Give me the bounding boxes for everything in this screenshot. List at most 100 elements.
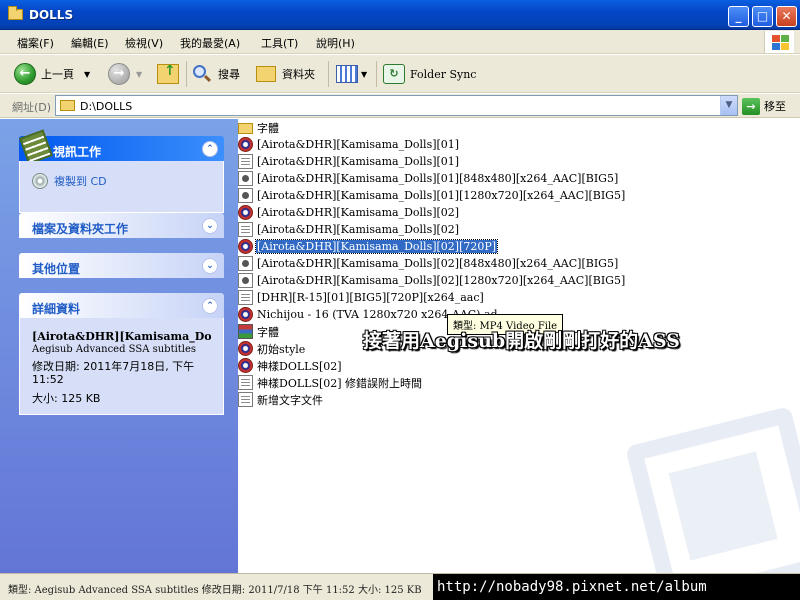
media-tasks-title: 視訊工作 bbox=[53, 145, 102, 159]
menu-favorites[interactable]: 我的最愛(A) bbox=[180, 35, 240, 51]
chevron-down-icon: ▼ bbox=[361, 69, 368, 79]
file-item[interactable]: 新增文字文件 bbox=[238, 391, 324, 408]
search-icon bbox=[192, 64, 212, 84]
file-item[interactable]: [Airota&DHR][Kamisama_Dolls][01][1280x72… bbox=[238, 187, 626, 204]
address-path: D:\DOLLS bbox=[80, 100, 133, 113]
address-input[interactable]: D:\DOLLS ▼ bbox=[55, 95, 738, 116]
menu-edit[interactable]: 編輯(E) bbox=[71, 35, 109, 51]
folders-icon bbox=[256, 66, 276, 82]
other-places-header[interactable]: 其他位置 ⌄ bbox=[19, 253, 224, 278]
file-tasks-header[interactable]: 檔案及資料夾工作 ⌄ bbox=[19, 213, 224, 238]
file-item[interactable]: [Airota&DHR][Kamisama_Dolls][01][848x480… bbox=[238, 170, 619, 187]
forward-button[interactable]: → ▼ bbox=[108, 61, 142, 87]
media-icon bbox=[238, 239, 253, 254]
copy-to-cd-label: 複製到 CD bbox=[54, 175, 107, 188]
media-icon bbox=[238, 341, 253, 356]
back-label: 上一頁 bbox=[41, 68, 74, 81]
file-item[interactable]: [Airota&DHR][Kamisama_Dolls][02][1280x72… bbox=[238, 272, 626, 289]
file-item[interactable]: 神樣DOLLS[02] 修錯誤附上時間 bbox=[238, 374, 423, 391]
media-tasks-panel: 視訊工作 ⌃ 複製到 CD bbox=[18, 129, 224, 213]
forward-arrow-icon: → bbox=[108, 63, 130, 85]
up-folder-icon: ↑ bbox=[157, 63, 179, 84]
details-file-name: [Airota&DHR][Kamisama_Doll bbox=[32, 330, 211, 343]
views-icon bbox=[336, 65, 358, 83]
menu-help[interactable]: 說明(H) bbox=[316, 35, 355, 51]
close-button[interactable]: ✕ bbox=[776, 6, 797, 27]
font-icon bbox=[238, 324, 253, 339]
details-size: 大小: 125 KB bbox=[32, 392, 101, 405]
file-name: 初始style bbox=[257, 342, 306, 356]
folder-sync-button[interactable]: ↻ Folder Sync bbox=[383, 61, 476, 87]
search-button[interactable]: 搜尋 bbox=[192, 61, 240, 87]
file-name: [Airota&DHR][Kamisama_Dolls][02] bbox=[257, 206, 460, 219]
folder-icon bbox=[238, 123, 253, 134]
file-item[interactable]: [Airota&DHR][Kamisama_Dolls][02][720P] bbox=[238, 238, 499, 255]
go-label: 移至 bbox=[764, 100, 786, 113]
file-name: [Airota&DHR][Kamisama_Dolls][02][1280x72… bbox=[257, 274, 626, 287]
file-name: 字體 bbox=[257, 121, 279, 135]
file-item[interactable]: [Airota&DHR][Kamisama_Dolls][01] bbox=[238, 136, 460, 153]
media-icon bbox=[238, 358, 253, 373]
video-icon bbox=[238, 256, 253, 271]
document-icon bbox=[238, 392, 253, 407]
file-item[interactable]: [Airota&DHR][Kamisama_Dolls][02] bbox=[238, 204, 460, 221]
file-item[interactable]: [Airota&DHR][Kamisama_Dolls][02] bbox=[238, 221, 460, 238]
expand-icon[interactable]: ⌄ bbox=[202, 218, 218, 234]
file-item[interactable]: [DHR][R-15][01][BIG5][720P][x264_aac] bbox=[238, 289, 485, 306]
chevron-down-icon[interactable]: ▼ bbox=[84, 70, 90, 79]
file-name: 神樣DOLLS[02] bbox=[257, 359, 342, 373]
film-icon bbox=[18, 129, 54, 165]
media-icon bbox=[238, 205, 253, 220]
back-button[interactable]: ← 上一頁 ▼ bbox=[14, 61, 90, 87]
status-bar: 類型: Aegisub Advanced SSA subtitles 修改日期:… bbox=[0, 573, 800, 600]
collapse-icon[interactable]: ⌃ bbox=[202, 298, 218, 314]
file-item[interactable]: 字體 bbox=[238, 119, 280, 136]
watermark-url: http://nobady98.pixnet.net/album bbox=[433, 574, 800, 600]
file-item[interactable]: 神樣DOLLS[02] bbox=[238, 357, 343, 374]
file-item[interactable]: [Airota&DHR][Kamisama_Dolls][02][848x480… bbox=[238, 255, 619, 272]
folders-button[interactable]: 資料夾 bbox=[256, 61, 315, 87]
media-icon bbox=[238, 307, 253, 322]
overlay-caption: 接著用Aegisub開啟剛剛打好的ASS bbox=[363, 330, 680, 352]
file-item[interactable]: 初始style bbox=[238, 340, 306, 357]
media-tasks-header[interactable]: 視訊工作 ⌃ bbox=[18, 129, 224, 165]
address-label: 網址(D) bbox=[12, 101, 52, 114]
status-text: 類型: Aegisub Advanced SSA subtitles 修改日期:… bbox=[8, 585, 422, 596]
menu-tools[interactable]: 工具(T) bbox=[261, 35, 298, 51]
minimize-button[interactable]: _ bbox=[728, 6, 749, 27]
file-item[interactable]: 字體 bbox=[238, 323, 280, 340]
file-name: 神樣DOLLS[02] 修錯誤附上時間 bbox=[257, 376, 423, 390]
details-header[interactable]: 詳細資料 ⌃ bbox=[19, 293, 224, 318]
go-button[interactable]: → 移至 bbox=[742, 96, 798, 116]
chevron-down-icon: ▼ bbox=[136, 69, 143, 79]
file-name: [Airota&DHR][Kamisama_Dolls][02][720P] bbox=[254, 239, 499, 254]
title-bar: DOLLS _ □ ✕ bbox=[0, 0, 800, 30]
menu-file[interactable]: 檔案(F) bbox=[17, 35, 54, 51]
maximize-button[interactable]: □ bbox=[752, 6, 773, 27]
file-item[interactable]: [Airota&DHR][Kamisama_Dolls][01] bbox=[238, 153, 460, 170]
details-modified: 修改日期: 2011年7月18日, 下午 11:52 bbox=[32, 360, 195, 386]
details-body: [Airota&DHR][Kamisama_Doll Aegisub Advan… bbox=[19, 318, 224, 415]
file-name: [DHR][R-15][01][BIG5][720P][x264_aac] bbox=[257, 291, 484, 304]
expand-icon[interactable]: ⌄ bbox=[202, 258, 218, 274]
file-name: [Airota&DHR][Kamisama_Dolls][01] bbox=[257, 138, 460, 151]
video-icon bbox=[238, 171, 253, 186]
file-name: 字體 bbox=[257, 325, 279, 339]
collapse-icon[interactable]: ⌃ bbox=[202, 141, 218, 157]
sync-icon: ↻ bbox=[383, 64, 405, 84]
media-tasks-body: 複製到 CD bbox=[19, 161, 224, 213]
chevron-down-icon[interactable]: ▼ bbox=[720, 96, 737, 115]
go-arrow-icon: → bbox=[742, 97, 760, 115]
folder-icon bbox=[60, 100, 75, 111]
video-icon bbox=[238, 188, 253, 203]
document-icon bbox=[238, 375, 253, 390]
document-icon bbox=[238, 154, 253, 169]
menu-view[interactable]: 檢視(V) bbox=[125, 35, 163, 51]
details-title: 詳細資料 bbox=[32, 302, 81, 316]
details-file-type: Aegisub Advanced SSA subtitles bbox=[32, 344, 197, 355]
copy-to-cd-link[interactable]: 複製到 CD bbox=[32, 173, 211, 189]
views-button[interactable]: ▼ bbox=[336, 61, 367, 87]
up-folder-button[interactable]: ↑ bbox=[157, 61, 179, 87]
file-name: [Airota&DHR][Kamisama_Dolls][01][1280x72… bbox=[257, 189, 626, 202]
address-bar: 網址(D) D:\DOLLS ▼ → 移至 bbox=[0, 94, 800, 118]
